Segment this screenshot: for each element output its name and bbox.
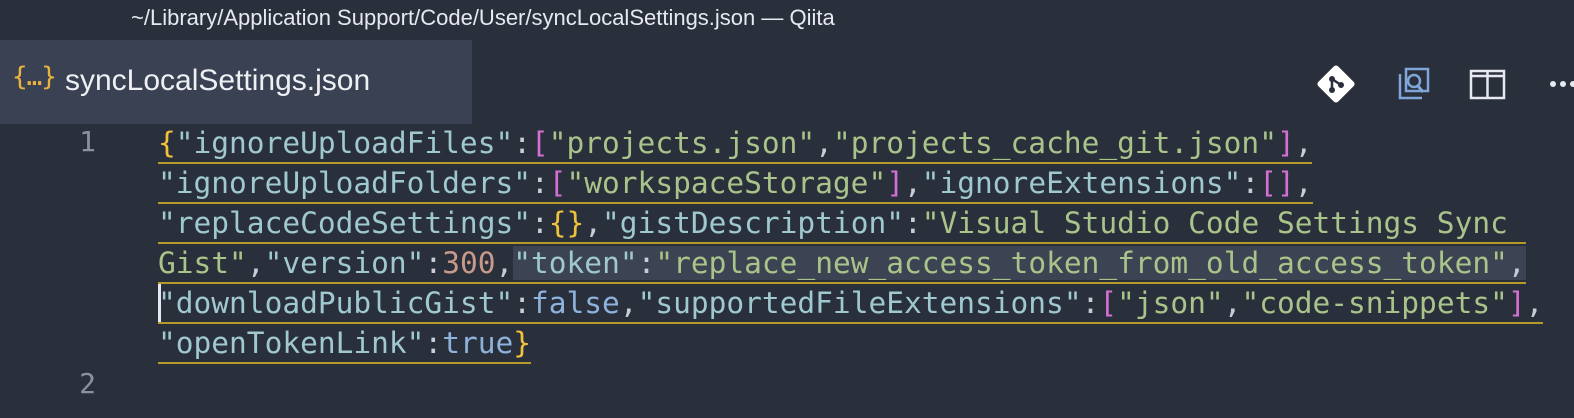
token: : xyxy=(424,246,443,280)
token: "projects_cache_git.json" xyxy=(832,126,1277,160)
token: "replace_new_access_token_from_old_acces… xyxy=(655,246,1508,280)
token: "token" xyxy=(513,246,638,280)
token: [ xyxy=(548,166,567,200)
token: "supportedFileExtensions" xyxy=(637,286,1082,320)
token: : xyxy=(903,206,922,240)
token: "projects.json" xyxy=(548,126,816,160)
token: , xyxy=(815,126,833,160)
token: , xyxy=(1294,126,1313,160)
token: "ignoreExtensions" xyxy=(921,166,1242,200)
token: true xyxy=(442,326,514,360)
token: "json" xyxy=(1117,286,1224,320)
token: "openTokenLink" xyxy=(158,326,425,360)
token: "gistDescription" xyxy=(602,206,904,240)
title-bar: ~/Library/Application Support/Code/User/… xyxy=(0,0,1574,40)
token: : xyxy=(1081,286,1100,320)
token: , xyxy=(495,246,514,280)
token: false xyxy=(530,286,620,320)
code-editor[interactable]: 1 2 {"ignoreUploadFiles":["projects.json… xyxy=(0,124,1574,418)
tab-bar: {…} syncLocalSettings.json xyxy=(0,40,1574,124)
tab-synclocalsettings[interactable]: {…} syncLocalSettings.json xyxy=(0,40,472,124)
token: ] xyxy=(1507,286,1526,320)
token: "workspaceStorage" xyxy=(566,166,887,200)
more-actions-icon[interactable] xyxy=(1546,64,1574,104)
token: , xyxy=(584,206,603,240)
token: : xyxy=(530,206,549,240)
line-number-2: 2 xyxy=(79,367,96,400)
token: } xyxy=(513,326,531,360)
token: [] xyxy=(1259,166,1295,200)
open-preview-icon[interactable] xyxy=(1392,64,1432,104)
token: "replaceCodeSettings" xyxy=(158,206,531,240)
token: , xyxy=(903,166,922,200)
token: "Visual Studio Code Settings Sync xyxy=(921,206,1526,240)
token: [ xyxy=(530,126,549,160)
token: : xyxy=(637,246,656,280)
json-file-icon: {…} xyxy=(12,62,57,92)
token: : xyxy=(1241,166,1260,200)
tab-label: syncLocalSettings.json xyxy=(65,64,371,97)
token: , xyxy=(1223,286,1242,320)
token: , xyxy=(619,286,638,320)
token: : xyxy=(530,166,549,200)
token: : xyxy=(424,326,443,360)
token: { xyxy=(158,126,176,160)
code-line-1-wrap-2[interactable]: "ignoreUploadFolders":["workspaceStorage… xyxy=(158,164,1313,204)
code-line-1-wrap-5[interactable]: "downloadPublicGist":false,"supportedFil… xyxy=(158,284,1544,324)
token: : xyxy=(513,126,531,160)
code-line-1-wrap-6[interactable]: "openTokenLink":true} xyxy=(158,324,531,364)
token: ] xyxy=(886,166,904,200)
token: Gist" xyxy=(158,246,247,280)
code-line-1-wrap-3[interactable]: "replaceCodeSettings":{},"gistDescriptio… xyxy=(158,204,1526,244)
code-line-1[interactable]: {"ignoreUploadFiles":["projects.json","p… xyxy=(158,124,1313,164)
text-cursor xyxy=(158,284,161,322)
token: , xyxy=(1294,166,1313,200)
token: "ignoreUploadFolders" xyxy=(158,166,531,200)
token: "downloadPublicGist" xyxy=(158,286,514,320)
split-editor-icon[interactable] xyxy=(1468,64,1508,104)
token: "version" xyxy=(264,246,425,280)
token: "ignoreUploadFiles" xyxy=(175,126,514,160)
token: {} xyxy=(548,206,585,240)
token: [ xyxy=(1099,286,1118,320)
selected-text: "token":"replace_new_access_token_from_o… xyxy=(513,246,1526,280)
token: 300 xyxy=(442,246,496,280)
token: , xyxy=(1507,246,1526,280)
code-line-1-wrap-4[interactable]: Gist","version":300,"token":"replace_new… xyxy=(158,244,1526,284)
line-number-1: 1 xyxy=(79,125,96,158)
token: : xyxy=(513,286,531,320)
window-title: ~/Library/Application Support/Code/User/… xyxy=(131,5,835,30)
token: ] xyxy=(1276,126,1295,160)
editor-window: ~/Library/Application Support/Code/User/… xyxy=(0,0,1574,418)
token: "code-snippets" xyxy=(1241,286,1508,320)
git-compare-icon[interactable] xyxy=(1316,64,1356,104)
token: , xyxy=(1525,286,1544,320)
token: , xyxy=(246,246,265,280)
